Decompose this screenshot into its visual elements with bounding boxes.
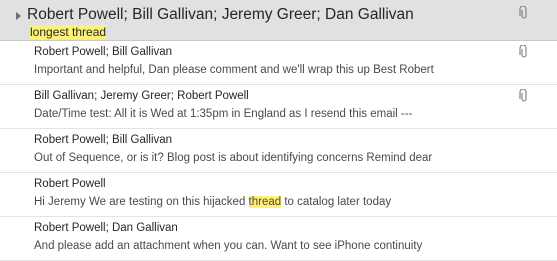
message-sender: Bill Gallivan; Jeremy Greer; Robert Powe… [34,90,249,102]
message-sender: Robert Powell; Bill Gallivan [34,134,173,146]
preview-text-rest: to catalog later today [281,196,392,208]
message-preview: Out of Sequence, or is it? Blog post is … [34,152,432,164]
message-sender: Robert Powell; Bill Gallivan [34,46,173,58]
message-row[interactable]: Bill Gallivan; Jeremy Greer; Robert Powe… [0,85,557,129]
preview-text: Hi Jeremy We are testing on this hijacke… [34,196,249,208]
paperclip-icon [519,89,527,102]
paperclip-icon [519,6,527,19]
message-row[interactable]: Robert Powell; Bill Gallivan Important a… [0,41,557,85]
message-sender: Robert Powell [34,178,106,190]
preview-text: Out of Sequence, or is it? Blog post is … [34,152,433,164]
paperclip-icon [519,45,527,58]
message-list: Robert Powell; Bill Gallivan; Jeremy Gre… [0,0,557,261]
expand-triangle-icon[interactable] [16,12,21,20]
thread-participants: Robert Powell; Bill Gallivan; Jeremy Gre… [27,6,414,23]
message-row[interactable]: Robert Powell; Dan Gallivan And please a… [0,217,557,261]
message-sender: Robert Powell; Dan Gallivan [34,222,178,234]
message-preview: Important and helpful, Dan please commen… [34,64,434,76]
message-row[interactable]: Robert Powell; Bill Gallivan Out of Sequ… [0,129,557,173]
preview-search-highlight: thread [248,196,282,208]
message-preview: Date/Time test: All it is Wed at 1:35pm … [34,108,412,120]
thread-subject-text: longest thread [30,25,107,39]
thread-subject: longest thread [30,25,107,39]
thread-header[interactable]: Robert Powell; Bill Gallivan; Jeremy Gre… [0,0,557,41]
message-row[interactable]: Robert Powell Hi Jeremy We are testing o… [0,173,557,217]
preview-text: And please add an attachment when you ca… [34,240,423,252]
message-preview: Hi Jeremy We are testing on this hijacke… [34,196,391,208]
preview-text: Date/Time test: All it is Wed at 1:35pm … [34,108,413,120]
preview-text: Important and helpful, Dan please commen… [34,64,434,76]
message-preview: And please add an attachment when you ca… [34,240,422,252]
